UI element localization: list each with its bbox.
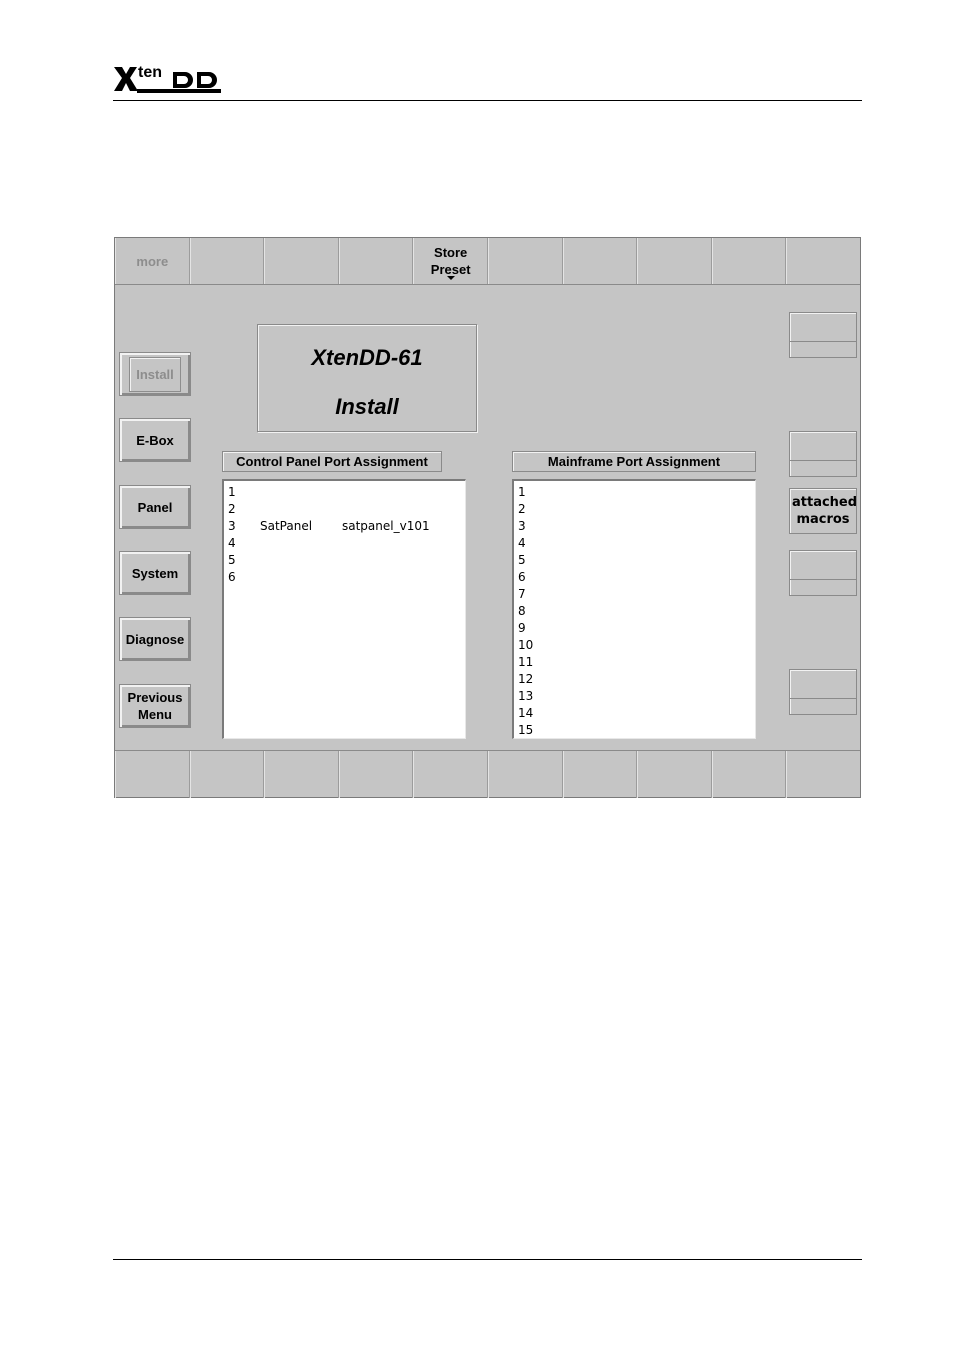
softkey-top-10[interactable] (786, 238, 860, 284)
mainframe-header: Mainframe Port Assignment (512, 451, 756, 472)
footer-rule (113, 1259, 862, 1260)
ebox-menu-label: E-Box (136, 432, 174, 448)
panel-menu-button[interactable]: Panel (119, 485, 191, 529)
install-screen: more Store Preset Install E-Box Panel Sy… (114, 237, 861, 798)
store-preset-label: Store Preset (430, 245, 471, 277)
top-softkey-bar: more Store Preset (115, 238, 860, 285)
list-item[interactable]: 1 (224, 484, 465, 501)
side-key-4[interactable] (789, 669, 857, 715)
attached-macros-button[interactable]: attached macros (789, 488, 857, 534)
ebox-menu-button[interactable]: E-Box (119, 418, 191, 462)
control-panel-header: Control Panel Port Assignment (222, 451, 442, 472)
more-softkey[interactable]: more (115, 238, 190, 284)
list-item[interactable]: 5 (224, 552, 465, 569)
dropdown-arrow-icon (446, 276, 455, 280)
title-box: XtenDD-61 Install (257, 324, 477, 432)
product-title: XtenDD-61 (311, 345, 423, 370)
list-item[interactable]: 6 (224, 569, 465, 586)
logo-graphic: ten (114, 64, 221, 93)
list-item[interactable]: 2 (224, 501, 465, 518)
control-panel-port-list[interactable]: 1 2 3 SatPanel satpanel_v101 4 5 6 (222, 479, 466, 739)
softkey-top-2[interactable] (189, 238, 265, 284)
port-number: 2 (228, 502, 236, 516)
list-item[interactable]: 7 (514, 586, 755, 603)
list-item[interactable]: 14 (514, 705, 755, 722)
softkey-top-9[interactable] (711, 238, 787, 284)
side-key-2[interactable] (789, 431, 857, 477)
list-item[interactable]: 4 (514, 535, 755, 552)
store-preset-softkey[interactable]: Store Preset (413, 238, 488, 284)
system-menu-label: System (131, 565, 179, 581)
softkey-bottom-9[interactable] (711, 751, 787, 798)
list-item[interactable]: 15 (514, 722, 755, 738)
list-item[interactable]: 2 (514, 501, 755, 518)
port-number: 6 (228, 570, 236, 584)
list-item[interactable]: 10 (514, 637, 755, 654)
list-item[interactable]: 13 (514, 688, 755, 705)
install-menu-label: Install (129, 356, 181, 392)
softkey-bottom-2[interactable] (189, 751, 265, 798)
list-item[interactable]: 3 SatPanel satpanel_v101 (224, 518, 465, 535)
port-number: 3 (228, 519, 236, 533)
system-menu-button[interactable]: System (119, 551, 191, 595)
side-key-1[interactable] (789, 312, 857, 358)
softkey-bottom-6[interactable] (487, 751, 563, 798)
softkey-top-7[interactable] (562, 238, 638, 284)
list-item[interactable]: 5 (514, 552, 755, 569)
softkey-bottom-8[interactable] (637, 751, 712, 798)
diagnose-menu-label: Diagnose (125, 631, 185, 647)
list-item[interactable]: 8 (514, 603, 755, 620)
list-item[interactable]: 3 (514, 518, 755, 535)
previous-menu-button[interactable]: Previous Menu (119, 684, 191, 728)
bottom-softkey-bar (115, 750, 860, 798)
softkey-top-6[interactable] (487, 238, 563, 284)
softkey-bottom-1[interactable] (115, 751, 190, 798)
list-item[interactable]: 9 (514, 620, 755, 637)
side-key-3[interactable] (789, 550, 857, 596)
install-menu-button[interactable]: Install (119, 352, 191, 396)
softkey-bottom-10[interactable] (786, 751, 860, 798)
port-number: 5 (228, 553, 236, 567)
list-item[interactable]: 11 (514, 654, 755, 671)
diagnose-menu-button[interactable]: Diagnose (119, 617, 191, 661)
attached-macros-label: attached macros (792, 495, 858, 527)
port-number: 4 (228, 536, 236, 550)
list-item[interactable]: 4 (224, 535, 465, 552)
softkey-bottom-7[interactable] (562, 751, 638, 798)
list-item[interactable]: 12 (514, 671, 755, 688)
softkey-top-4[interactable] (338, 238, 414, 284)
svg-text:ten: ten (138, 64, 162, 81)
header-rule (113, 100, 862, 101)
previous-menu-label: Previous Menu (127, 690, 183, 722)
mainframe-port-list[interactable]: 1 2 3 4 5 6 7 8 9 10 11 12 13 14 15 (512, 479, 756, 739)
softkey-top-8[interactable] (637, 238, 712, 284)
panel-name: SatPanel (260, 519, 313, 533)
list-item[interactable]: 6 (514, 569, 755, 586)
softkey-bottom-3[interactable] (264, 751, 339, 798)
screen-title: Install (335, 394, 399, 419)
softkey-top-3[interactable] (264, 238, 339, 284)
xtendd-logo: ten (113, 62, 223, 94)
list-item[interactable]: 1 (514, 484, 755, 501)
softkey-bottom-4[interactable] (338, 751, 414, 798)
panel-menu-label: Panel (137, 499, 173, 515)
panel-version: satpanel_v101 (342, 519, 430, 533)
softkey-bottom-5[interactable] (413, 751, 488, 798)
port-number: 1 (228, 485, 236, 499)
